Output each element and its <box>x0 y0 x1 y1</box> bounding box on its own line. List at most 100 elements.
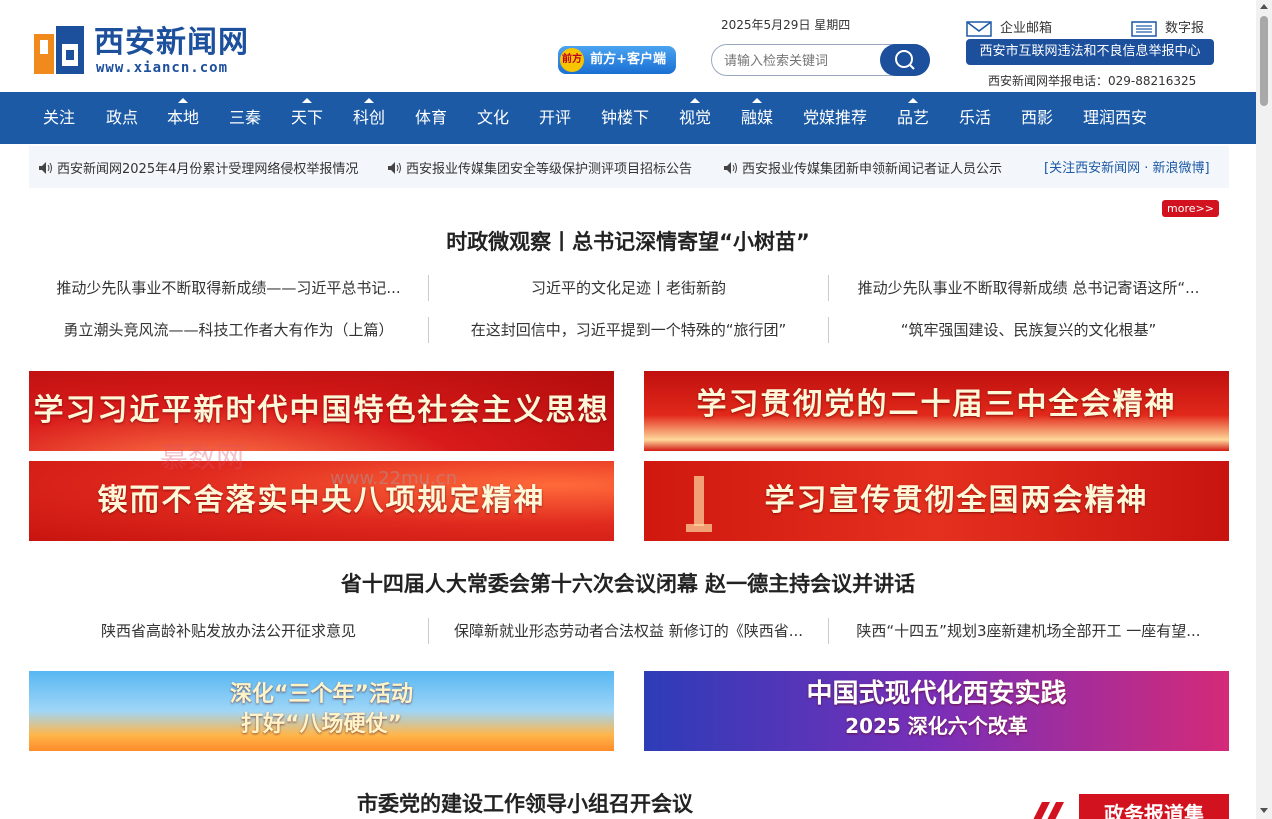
topic-banner[interactable]: 深化“三个年”活动 打好“八场硬仗” <box>29 671 614 751</box>
news-link-row: 勇立潮头竞风流——科技工作者大有作为（上篇） 在这封回信中，习近平提到一个特殊的… <box>29 317 1229 343</box>
speaker-icon <box>388 162 401 174</box>
search-input[interactable] <box>722 51 876 71</box>
newspaper-icon <box>1131 20 1157 37</box>
news-link-row: 陕西省高龄补贴发放办法公开征求意见 保障新就业形态劳动者合法权益 新修订的《陕西… <box>29 618 1229 644</box>
page: 西安新闻网 www.xiancn.com 2025年5月29日 星期四 前方 前… <box>0 0 1256 819</box>
client-app-button[interactable]: 前方 前方+客户端 <box>558 46 676 74</box>
topic-banner[interactable]: 学习宣传贯彻全国两会精神 <box>644 461 1229 541</box>
nav-item[interactable]: 天下 <box>291 92 323 144</box>
headline[interactable]: 时政微观察丨总书记深情寄望“小树苗” <box>0 226 1256 256</box>
topic-banner[interactable]: 中国式现代化西安实践 2025 深化六个改革 <box>644 671 1229 751</box>
nav-item-label: 科创 <box>353 108 386 127</box>
news-link[interactable]: 勇立潮头竞风流——科技工作者大有作为（上篇） <box>29 317 428 343</box>
ticker-item[interactable]: 西安报业传媒集团新申领新闻记者证人员公示 <box>724 158 1002 177</box>
banner-title: 学习贯彻党的二十届三中全会精神 <box>696 387 1177 422</box>
ribbon-icon <box>1033 802 1064 819</box>
ticker-item[interactable]: 西安报业传媒集团安全等级保护测评项目招标公告 <box>388 158 692 177</box>
nav-caret-icon <box>178 98 188 103</box>
topic-banner[interactable]: 学习习近平新时代中国特色社会主义思想 <box>29 371 614 451</box>
banner-subtitle: 2025 深化六个改革 <box>845 714 1028 738</box>
nav-item[interactable]: 融媒 <box>741 92 773 144</box>
nav-item[interactable]: 开评 <box>539 92 571 144</box>
news-link[interactable]: 陕西“十四五”规划3座新建机场全部开工 一座有望... <box>829 618 1228 644</box>
main-nav: 关注 政点 本地 三秦 天下 科创 体育 文化 开评 钟楼下 视觉 融媒 党媒推… <box>0 92 1256 144</box>
news-link[interactable]: 在这封回信中，习近平提到一个特殊的“旅行团” <box>429 317 828 343</box>
nav-item[interactable]: 理润西安 <box>1083 92 1147 144</box>
nav-caret-icon <box>908 98 918 103</box>
ticker-text: 西安报业传媒集团安全等级保护测评项目招标公告 <box>406 162 693 177</box>
topic-banner[interactable]: 学习贯彻党的二十届三中全会精神 <box>644 371 1229 451</box>
site-name: 西安新闻网 <box>94 25 249 60</box>
nav-item[interactable]: 本地 <box>167 92 199 144</box>
news-link[interactable]: 保障新就业形态劳动者合法权益 新修订的《陕西省... <box>429 618 828 644</box>
weibo-follow-link[interactable]: [关注西安新闻网 · 新浪微博] <box>1044 157 1210 176</box>
news-link-row: 推动少先队事业不断取得新成绩——习近平总书记... 习近平的文化足迹丨老街新韵 … <box>29 275 1229 301</box>
nav-item-label: 本地 <box>167 108 200 127</box>
headline[interactable]: 省十四届人大常委会第十六次会议闭幕 赵一德主持会议并讲话 <box>0 568 1256 598</box>
paper-label: 数字报 <box>1165 21 1205 36</box>
nav-item[interactable]: 科创 <box>353 92 385 144</box>
banner-title: 中国式现代化西安实践 <box>806 679 1067 709</box>
news-link[interactable]: “筑牢强国建设、民族复兴的文化根基” <box>829 317 1228 343</box>
site-logo[interactable]: 西安新闻网 www.xiancn.com <box>34 26 254 78</box>
speaker-icon <box>39 162 52 174</box>
nav-item[interactable]: 品艺 <box>897 92 929 144</box>
client-app-label: 前方+客户端 <box>590 52 666 67</box>
search-box <box>711 44 930 76</box>
nav-caret-icon <box>690 98 700 103</box>
nav-item[interactable]: 三秦 <box>229 92 261 144</box>
banner-title: 深化“三个年”活动 <box>230 682 413 707</box>
nav-item-label: 天下 <box>291 108 324 127</box>
scroll-down-icon[interactable] <box>1260 808 1268 813</box>
notice-ticker: 西安新闻网2025年4月份累计受理网络侵权举报情况 西安报业传媒集团安全等级保护… <box>29 146 1229 188</box>
nav-item[interactable]: 体育 <box>415 92 447 144</box>
ticker-item[interactable]: 西安新闻网2025年4月份累计受理网络侵权举报情况 <box>39 158 358 177</box>
news-link[interactable]: 推动少先队事业不断取得新成绩——习近平总书记... <box>29 275 428 301</box>
monument-icon <box>686 476 712 532</box>
nav-caret-icon <box>752 98 762 103</box>
mail-label: 企业邮箱 <box>1000 21 1053 36</box>
news-link[interactable]: 陕西省高龄补贴发放办法公开征求意见 <box>29 618 428 644</box>
nav-caret-icon <box>302 98 312 103</box>
gov-report-tag[interactable]: 政务报道集 <box>1079 794 1229 819</box>
ticker-text: 西安新闻网2025年4月份累计受理网络侵权举报情况 <box>57 162 359 177</box>
nav-item[interactable]: 党媒推荐 <box>803 92 867 144</box>
nav-item-label: 视觉 <box>679 108 712 127</box>
headline[interactable]: 市委党的建设工作领导小组召开会议 <box>0 788 1050 818</box>
client-badge-icon: 前方 <box>560 48 584 72</box>
nav-item[interactable]: 钟楼下 <box>601 92 649 144</box>
nav-item[interactable]: 文化 <box>477 92 509 144</box>
report-phone: 西安新闻网举报电话：029-88216325 <box>988 74 1197 88</box>
nav-item[interactable]: 西影 <box>1021 92 1053 144</box>
banner-title: 锲而不舍落实中央八项规定精神 <box>97 483 546 518</box>
nav-item[interactable]: 政点 <box>106 92 138 144</box>
report-center-button[interactable]: 西安市互联网违法和不良信息举报中心 <box>966 39 1214 65</box>
ticker-text: 西安报业传媒集团新申领新闻记者证人员公示 <box>742 162 1003 177</box>
more-button[interactable]: more>> <box>1162 200 1219 217</box>
nav-item[interactable]: 关注 <box>43 92 75 144</box>
search-icon <box>895 50 915 70</box>
news-link[interactable]: 推动少先队事业不断取得新成绩 总书记寄语这所“... <box>829 275 1228 301</box>
current-date: 2025年5月29日 星期四 <box>721 18 851 32</box>
search-button[interactable] <box>880 44 930 76</box>
nav-item[interactable]: 视觉 <box>679 92 711 144</box>
nav-item-label: 融媒 <box>741 108 774 127</box>
banner-title: 学习习近平新时代中国特色社会主义思想 <box>33 393 610 428</box>
nav-caret-icon <box>364 98 374 103</box>
watermark-url: www.22mu.cn <box>330 468 458 489</box>
nav-item-label: 品艺 <box>897 108 930 127</box>
topic-banner[interactable]: 锲而不舍落实中央八项规定精神 <box>29 461 614 541</box>
enterprise-mail-link[interactable]: 企业邮箱 <box>966 17 1052 37</box>
logo-mark-icon <box>34 26 84 74</box>
mail-icon <box>966 20 992 37</box>
news-link[interactable]: 习近平的文化足迹丨老街新韵 <box>429 275 828 301</box>
banner-subtitle: 打好“八场硬仗” <box>241 712 402 737</box>
speaker-icon <box>724 162 737 174</box>
nav-item[interactable]: 乐活 <box>959 92 991 144</box>
scroll-up-icon[interactable] <box>1260 4 1268 9</box>
scrollbar[interactable] <box>1256 0 1272 819</box>
watermark-brand: 慕数网 <box>160 441 245 474</box>
scroll-thumb[interactable] <box>1260 16 1268 106</box>
digital-paper-link[interactable]: 数字报 <box>1131 17 1204 37</box>
site-url: www.xiancn.com <box>96 60 229 76</box>
